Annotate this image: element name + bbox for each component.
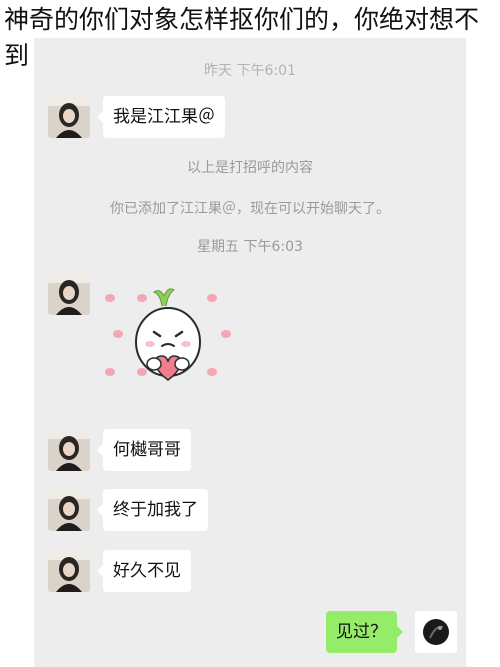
contact-avatar-image <box>48 429 90 471</box>
contact-avatar-image <box>48 489 90 531</box>
timestamp-friday: 星期五 下午6:03 <box>197 239 303 255</box>
heart-hug-sticker[interactable] <box>102 284 232 394</box>
message-bubble-finally[interactable]: 终于加我了 <box>97 489 208 531</box>
contact-avatar-image <box>48 550 90 592</box>
my-message-bubble[interactable]: 见过？ <box>326 611 403 653</box>
contact-avatar[interactable] <box>48 429 90 471</box>
system-message-greeting: 以上是打招呼的内容 <box>187 160 313 176</box>
system-message-added: 你已添加了江江果＠，现在可以开始聊天了。 <box>110 201 390 217</box>
message-bubble-intro[interactable]: 我是江江果＠ <box>97 96 225 138</box>
chat-window: 昨天 下午6:01 我是江江果＠ 以上是打招呼的内容 你已添加了江江果＠，现在可… <box>34 38 466 667</box>
sticker-icon <box>105 288 231 381</box>
my-avatar[interactable] <box>415 611 457 653</box>
contact-avatar[interactable] <box>48 489 90 531</box>
page-caption: 神奇的你们对象怎样抠你们的，你绝对想不到 <box>4 5 480 70</box>
contact-avatar-image <box>48 273 90 315</box>
contact-avatar[interactable] <box>48 273 90 315</box>
contact-avatar-image <box>48 96 90 138</box>
message-bubble-long-time[interactable]: 好久不见 <box>97 550 191 592</box>
message-bubble-name[interactable]: 何樾哥哥 <box>97 429 191 471</box>
contact-avatar[interactable] <box>48 550 90 592</box>
my-avatar-image <box>415 611 457 653</box>
contact-avatar[interactable] <box>48 96 90 138</box>
